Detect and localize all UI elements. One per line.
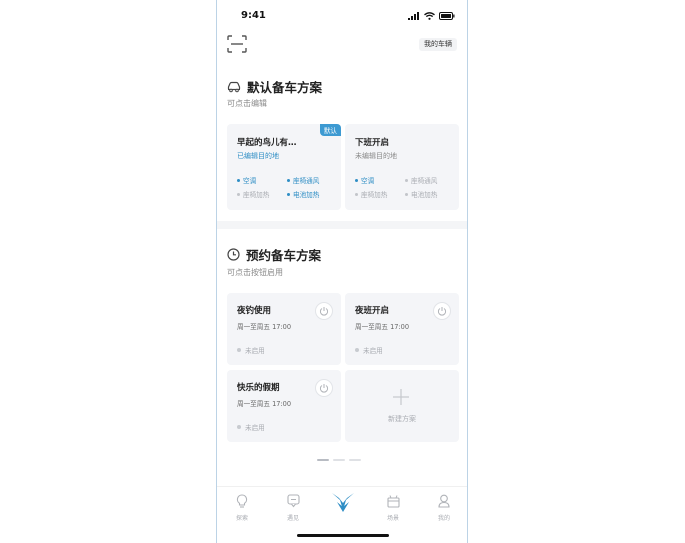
feature-item: 座椅通风 — [405, 175, 437, 185]
home-indicator[interactable] — [297, 534, 389, 537]
pager-dot[interactable] — [317, 459, 329, 461]
pager-dot[interactable] — [349, 459, 361, 461]
power-toggle-button[interactable] — [315, 379, 333, 397]
schedule-plan-card-2[interactable]: 夜班开启 周一至周五 17:00 未启用 — [345, 293, 459, 365]
scan-icon[interactable] — [227, 35, 247, 53]
plan-schedule: 周一至周五 17:00 — [237, 400, 292, 408]
schedule-plan-title: 预约备车方案 — [246, 248, 322, 263]
feature-item: 空调 — [355, 175, 374, 185]
plan-name: 夜班开启 — [355, 306, 390, 316]
tab-meet[interactable]: 遇见 — [278, 493, 308, 522]
plan-state: 未启用 — [237, 422, 265, 432]
pager-indicator — [317, 459, 361, 461]
default-plan-card-1[interactable]: 默认 早起的鸟儿有… 已编辑目的地 空调 座椅通风 座椅加热 电池加热 — [227, 124, 341, 210]
plan-state: 未启用 — [355, 345, 383, 355]
plan-destination: 未编辑目的地 — [355, 152, 397, 160]
tab-home[interactable] — [328, 490, 358, 519]
power-icon — [437, 307, 447, 316]
pager-dot[interactable] — [333, 459, 345, 461]
plan-name: 夜钓使用 — [237, 306, 272, 316]
default-badge: 默认 — [319, 124, 341, 136]
schedule-plan-card-3[interactable]: 快乐的假期 周一至周五 17:00 未启用 — [227, 370, 341, 442]
plan-name: 下班开启 — [355, 138, 390, 148]
default-plan-card-2[interactable]: 下班开启 未编辑目的地 空调 座椅通风 座椅加热 电池加热 — [345, 124, 459, 210]
plan-schedule: 周一至周五 17:00 — [237, 323, 292, 331]
bulb-icon — [236, 494, 248, 508]
new-plan-label: 新建方案 — [388, 415, 416, 423]
default-plan-header: 默认备车方案 — [227, 77, 322, 96]
phone-screen: 9:41 我的车辆 默认备车方案 可点击编辑 默认 早起的鸟儿有… 已编辑目的地… — [216, 0, 468, 543]
wifi-icon — [424, 12, 435, 20]
tab-explore[interactable]: 探索 — [227, 493, 257, 522]
user-icon — [438, 494, 450, 508]
my-car-button[interactable]: 我的车辆 — [419, 38, 457, 51]
plan-name: 早起的鸟儿有… — [237, 138, 297, 148]
gift-icon — [386, 495, 400, 508]
schedule-plan-card-1[interactable]: 夜钓使用 周一至周五 17:00 未启用 — [227, 293, 341, 365]
tab-scene[interactable]: 场景 — [378, 493, 408, 522]
section-divider — [217, 221, 467, 229]
feature-item: 电池加热 — [405, 189, 437, 199]
new-plan-card[interactable]: 新建方案 — [345, 370, 459, 442]
plan-destination: 已编辑目的地 — [237, 152, 279, 160]
status-time: 9:41 — [241, 10, 266, 21]
brand-logo-icon — [332, 493, 354, 512]
clock-icon — [227, 248, 240, 261]
default-plan-title: 默认备车方案 — [247, 80, 323, 95]
signal-icon — [408, 12, 419, 20]
feature-item: 座椅通风 — [287, 175, 319, 185]
power-toggle-button[interactable] — [315, 302, 333, 320]
status-bar: 9:41 — [217, 10, 467, 24]
tab-mine[interactable]: 我的 — [429, 493, 459, 522]
power-icon — [319, 307, 329, 316]
plan-name: 快乐的假期 — [237, 383, 280, 393]
default-plan-subtitle: 可点击编辑 — [227, 99, 267, 108]
car-icon — [227, 81, 241, 92]
feature-item: 电池加热 — [287, 189, 319, 199]
plan-schedule: 周一至周五 17:00 — [355, 323, 410, 331]
plus-icon — [393, 389, 409, 405]
status-icons — [408, 12, 455, 20]
schedule-plan-header: 预约备车方案 — [227, 245, 321, 264]
schedule-plan-subtitle: 可点击按钮启用 — [227, 268, 283, 277]
power-icon — [319, 384, 329, 393]
chat-icon — [286, 494, 300, 508]
feature-item: 空调 — [237, 175, 256, 185]
battery-icon — [439, 12, 455, 20]
tab-bar: 探索 遇见 场景 我的 — [217, 486, 467, 527]
plan-state: 未启用 — [237, 345, 265, 355]
power-toggle-button[interactable] — [433, 302, 451, 320]
feature-item: 座椅加热 — [237, 189, 269, 199]
feature-item: 座椅加热 — [355, 189, 387, 199]
